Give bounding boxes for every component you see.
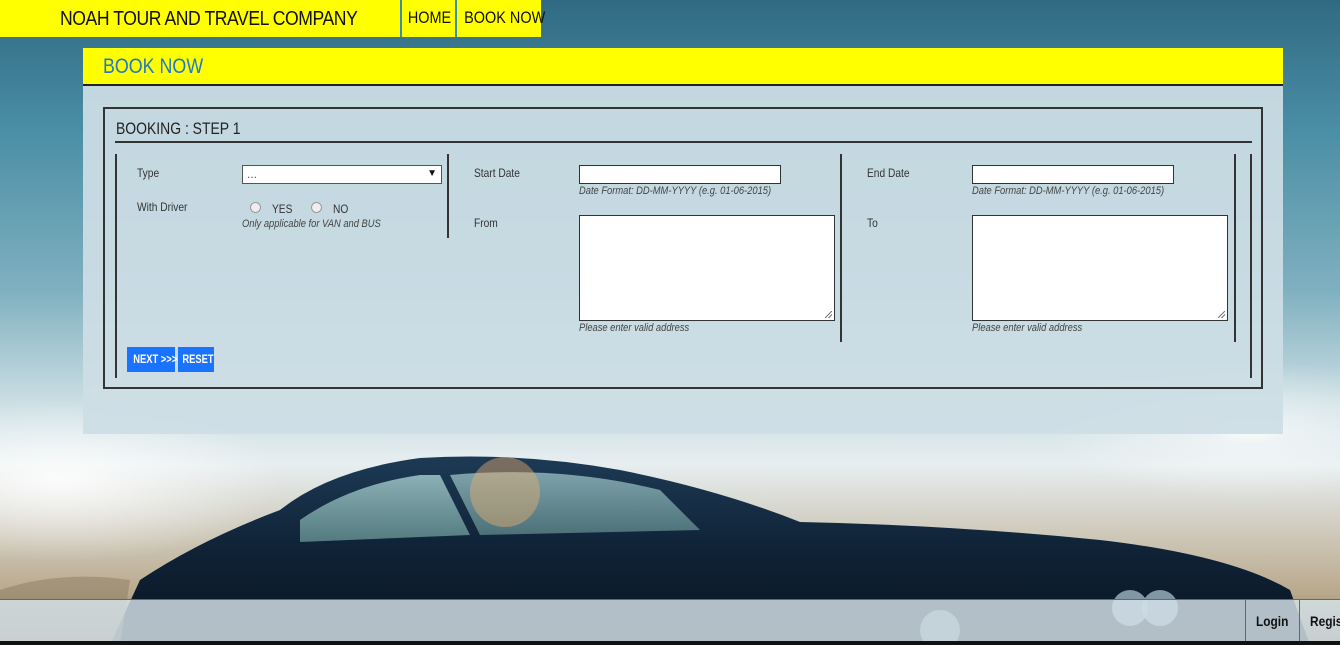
type-label: Type	[137, 166, 160, 180]
brand-name: NOAH TOUR AND TRAVEL COMPANY	[60, 8, 358, 30]
nav-book-now[interactable]: BOOK NOW	[455, 0, 545, 37]
start-date-input[interactable]	[579, 165, 781, 184]
nav-book-now-label: BOOK NOW	[464, 8, 546, 27]
end-date-hint: Date Format: DD-MM-YYYY (e.g. 01-06-2015…	[972, 185, 1165, 197]
next-button[interactable]: NEXT >>>	[127, 347, 177, 372]
to-address-textarea[interactable]	[972, 215, 1228, 321]
from-hint: Please enter valid address	[579, 322, 690, 334]
nav-home[interactable]: HOME	[400, 0, 456, 37]
login-link[interactable]: Login	[1245, 600, 1299, 642]
booking-panel: BOOK NOW BOOKING : STEP 1 Type ... ▼ Wit…	[83, 48, 1283, 434]
booking-step-box: BOOKING : STEP 1 Type ... ▼ With Driver …	[103, 107, 1263, 389]
nav-home-label: HOME	[407, 8, 451, 27]
footer-bottom-strip	[0, 641, 1340, 645]
column-divider	[1234, 154, 1236, 342]
end-date-input[interactable]	[972, 165, 1174, 184]
driver-yes-radio[interactable]	[250, 202, 261, 213]
step-title: BOOKING : STEP 1	[116, 119, 268, 139]
brand-header: NOAH TOUR AND TRAVEL COMPANY	[0, 0, 400, 37]
end-date-label: End Date	[867, 166, 910, 180]
type-select[interactable]: ... ▼	[242, 165, 442, 184]
from-label: From	[474, 216, 498, 230]
divider	[115, 141, 1252, 143]
column-divider	[447, 154, 449, 238]
panel-header: BOOK NOW	[83, 48, 1283, 86]
driver-yes-label: YES	[272, 202, 293, 216]
from-address-textarea[interactable]	[579, 215, 835, 321]
to-label: To	[867, 216, 878, 230]
panel-title: BOOK NOW	[103, 55, 204, 78]
driver-hint: Only applicable for VAN and BUS	[242, 218, 381, 230]
driver-no-label: NO	[333, 202, 349, 216]
driver-no-radio[interactable]	[311, 202, 322, 213]
footer-bar: Login Regis	[0, 599, 1340, 642]
start-date-hint: Date Format: DD-MM-YYYY (e.g. 01-06-2015…	[579, 185, 772, 197]
to-hint: Please enter valid address	[972, 322, 1083, 334]
form-frame: Type ... ▼ With Driver YES NO Only appli…	[115, 154, 1252, 378]
with-driver-label: With Driver	[137, 200, 188, 214]
reset-button[interactable]: RESET	[178, 347, 214, 372]
step-title-text: BOOKING : STEP 1	[116, 119, 241, 138]
register-link[interactable]: Regis	[1299, 600, 1340, 642]
start-date-label: Start Date	[474, 166, 520, 180]
dropdown-arrow-icon: ▼	[427, 168, 437, 179]
column-divider	[840, 154, 842, 342]
